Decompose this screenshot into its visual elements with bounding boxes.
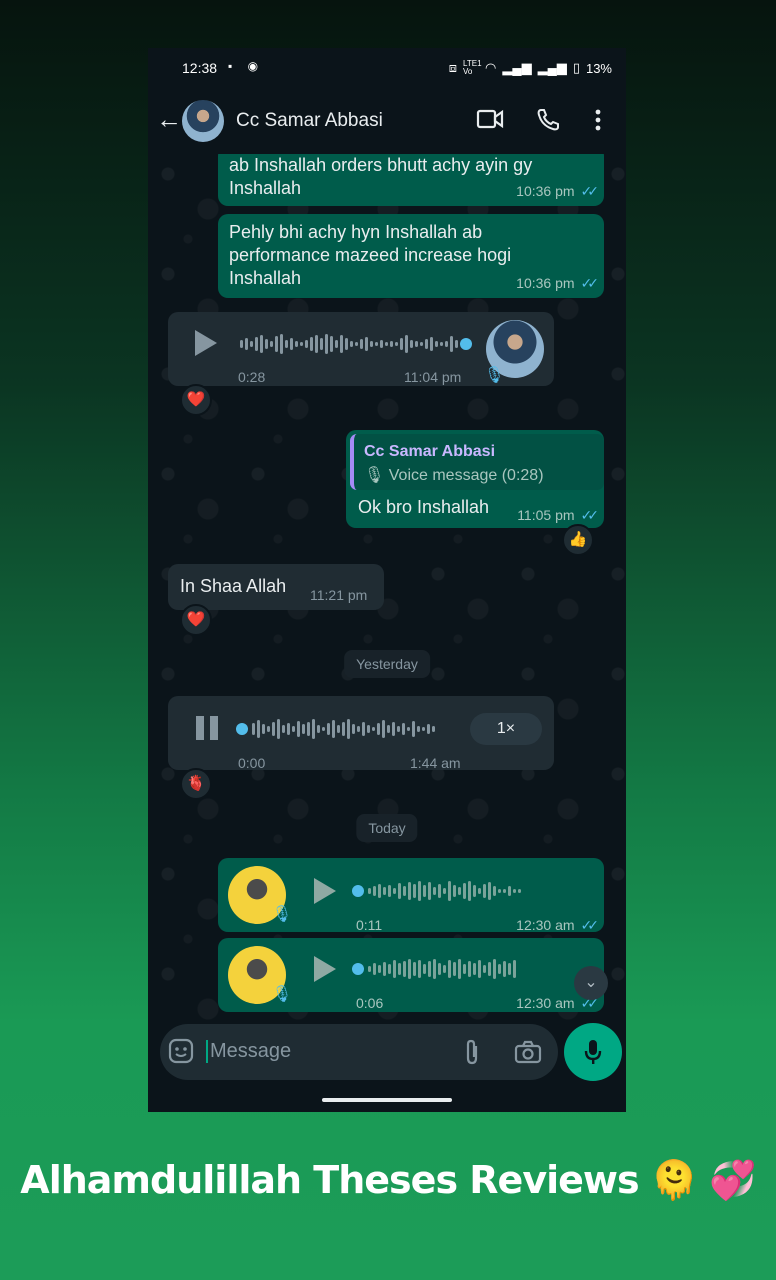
message-meta: 10:36 pm ✓✓ xyxy=(516,180,600,203)
message-meta: 12:30 am ✓✓ xyxy=(516,914,600,937)
mic-icon: 🎙 xyxy=(364,467,389,484)
outgoing-voice-message[interactable]: 🎙 0:11 12:30 am ✓✓ xyxy=(218,858,604,933)
read-ticks-icon: ✓✓ xyxy=(580,917,600,933)
outgoing-reply-message[interactable]: Cc Samar Abbasi 🎙 Voice message (0:28) O… xyxy=(346,430,604,528)
playback-speed-button[interactable]: 1× xyxy=(470,713,542,745)
play-icon[interactable] xyxy=(314,956,336,982)
message-text: Ok bro Inshallah xyxy=(358,497,490,517)
scroll-down-icon[interactable]: ⌄ xyxy=(574,966,608,1000)
pause-icon[interactable] xyxy=(196,716,204,740)
playback-position-dot[interactable] xyxy=(352,885,364,897)
phone-screen: 12:38 ▪ ◉ ⧈ LTE1 Vo ◠ ▂▄▆ ▂▄▆ ▯ 13% ← Cc… xyxy=(148,48,626,1112)
back-arrow-icon[interactable]: ← xyxy=(156,106,182,132)
message-time: 11:04 pm xyxy=(404,369,462,385)
network-label: LTE1 Vo xyxy=(463,59,482,76)
incoming-message[interactable]: In Shaa Allah 11:21 pm xyxy=(168,564,384,610)
message-time: 12:30 am xyxy=(516,917,575,933)
story-caption: Alhamdulillah Theses Reviews 🫠 💞 xyxy=(20,1158,756,1202)
read-ticks-icon: ✓✓ xyxy=(580,507,600,523)
quoted-text: 🎙 Voice message (0:28) xyxy=(364,464,544,487)
voice-duration: 0:11 xyxy=(356,917,383,933)
sticker-icon[interactable] xyxy=(168,1038,194,1064)
outgoing-voice-message[interactable]: 🎙 0:06 12:30 am ✓✓ xyxy=(218,938,604,1012)
reaction-thumbs-up[interactable]: 👍 xyxy=(562,524,594,556)
voice-waveform[interactable] xyxy=(252,717,435,741)
playback-position-dot[interactable] xyxy=(460,338,472,350)
video-call-icon[interactable] xyxy=(476,108,504,130)
camera-icon[interactable] xyxy=(514,1040,542,1064)
message-meta: 11:05 pm ✓✓ xyxy=(517,504,600,527)
quoted-message[interactable]: Cc Samar Abbasi 🎙 Voice message (0:28) xyxy=(350,434,604,490)
status-bar: 12:38 ▪ ◉ ⧈ LTE1 Vo ◠ ▂▄▆ ▂▄▆ ▯ 13% xyxy=(148,48,626,88)
date-separator: Yesterday xyxy=(344,650,430,678)
voice-call-icon[interactable] xyxy=(536,108,560,132)
playback-position-dot[interactable] xyxy=(352,963,364,975)
playback-position-dot[interactable] xyxy=(236,723,248,735)
sender-avatar: 🎙 xyxy=(228,946,292,1004)
quoted-voice-label: Voice message (0:28) xyxy=(388,467,544,484)
outgoing-message[interactable]: ab Inshallah orders bhutt achy ayin gy I… xyxy=(218,154,604,206)
pause-icon-bar[interactable] xyxy=(210,716,218,740)
message-composer[interactable]: Message xyxy=(160,1024,558,1080)
battery-icon: ▯ xyxy=(572,60,580,75)
signal-icon: ▂▄▆ xyxy=(502,60,532,75)
message-time: 10:36 pm xyxy=(516,275,575,291)
status-time: 12:38 xyxy=(182,60,218,76)
quoted-sender: Cc Samar Abbasi xyxy=(364,443,496,460)
contact-avatar[interactable] xyxy=(182,100,224,142)
outgoing-message[interactable]: Pehly bhi achy hyn Inshallah ab performa… xyxy=(218,214,604,298)
read-ticks-icon: ✓✓ xyxy=(580,183,600,199)
date-separator: Today xyxy=(356,814,418,842)
message-time: 11:05 pm xyxy=(517,507,575,523)
message-time: 11:21 pm xyxy=(310,587,368,603)
attach-icon[interactable] xyxy=(462,1038,482,1066)
signal-icon-2: ▂▄▆ xyxy=(537,60,567,75)
message-text: ab Inshallah orders bhutt achy ayin gy I… xyxy=(229,155,533,198)
cast-icon: ⧈ xyxy=(448,60,458,75)
notification-icons: ▪ ◉ xyxy=(228,59,265,73)
voice-waveform[interactable] xyxy=(368,879,521,903)
read-ticks-icon: ✓✓ xyxy=(580,275,600,291)
status-right: ⧈ LTE1 Vo ◠ ▂▄▆ ▂▄▆ ▯ 13% xyxy=(449,60,612,76)
chat-area[interactable]: ab Inshallah orders bhutt achy ayin gy I… xyxy=(148,154,626,1024)
wifi-icon: ◠ xyxy=(485,60,497,75)
more-options-icon[interactable] xyxy=(594,108,602,132)
incoming-voice-message[interactable]: 1× 0:00 1:44 am xyxy=(168,696,554,771)
message-meta: 10:36 pm ✓✓ xyxy=(516,272,600,295)
battery-level: 13% xyxy=(585,60,612,76)
message-time: 10:36 pm xyxy=(516,183,575,199)
message-text: In Shaa Allah xyxy=(180,576,287,596)
mic-icon xyxy=(583,1038,603,1066)
reaction-heart[interactable]: ❤️ xyxy=(180,604,212,636)
mic-icon: 🎙 xyxy=(484,367,505,384)
play-icon[interactable] xyxy=(195,330,217,356)
voice-record-button[interactable] xyxy=(564,1023,622,1081)
sender-avatar: 🎙 xyxy=(228,866,292,924)
reaction-anatomical-heart[interactable]: 🫀 xyxy=(180,768,212,800)
message-time: 12:30 am xyxy=(516,995,575,1011)
mic-icon: 🎙 xyxy=(271,986,292,1003)
message-text: Pehly bhi achy hyn Inshallah ab performa… xyxy=(229,222,512,288)
home-indicator[interactable] xyxy=(322,1098,452,1102)
voice-waveform[interactable] xyxy=(368,957,516,981)
play-icon[interactable] xyxy=(314,878,336,904)
message-time: 1:44 am xyxy=(410,755,461,771)
voice-duration: 0:28 xyxy=(238,369,266,385)
voice-duration: 0:06 xyxy=(356,995,384,1011)
mic-icon: 🎙 xyxy=(271,906,292,923)
reaction-heart[interactable]: ❤️ xyxy=(180,384,212,416)
message-input[interactable]: Message xyxy=(206,1040,291,1063)
chat-header: ← Cc Samar Abbasi xyxy=(148,88,626,154)
voice-waveform[interactable] xyxy=(240,332,458,356)
contact-name[interactable]: Cc Samar Abbasi xyxy=(236,110,383,132)
voice-duration: 0:00 xyxy=(238,755,266,771)
incoming-voice-message[interactable]: 0:28 11:04 pm 🎙 xyxy=(168,312,554,386)
